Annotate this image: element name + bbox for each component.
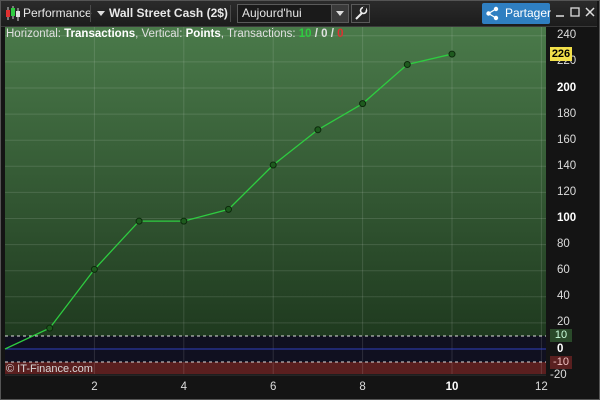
data-point — [225, 205, 232, 213]
losing-transactions: 0 — [337, 28, 344, 40]
maximize-icon[interactable] — [569, 6, 581, 18]
data-point — [269, 161, 277, 169]
x-tick-label: 2 — [91, 381, 98, 393]
y-tick-label: 240 — [557, 29, 577, 42]
toolbar-divider — [90, 5, 91, 22]
horizontal-axis-name: Transactions — [64, 28, 136, 40]
separator: / — [327, 28, 338, 40]
y-tick-label: 0 — [557, 342, 564, 355]
winning-transactions: 10 — [298, 28, 312, 40]
data-point — [135, 217, 143, 225]
x-tick-label: 6 — [269, 381, 277, 393]
instrument-label: Wall Street Cash (2$) — [109, 6, 228, 20]
lower-band-badge: -10 — [550, 355, 572, 369]
x-tick-label: 8 — [359, 381, 366, 393]
y-tick-label: 80 — [557, 238, 570, 251]
instrument-selector[interactable]: Wall Street Cash (2$) — [97, 1, 228, 26]
x-tick-label: 12 — [534, 381, 548, 393]
separator: / — [311, 28, 322, 40]
watermark: © IT-Finance.com — [6, 363, 93, 375]
wrench-icon — [355, 6, 368, 20]
close-icon[interactable] — [584, 6, 596, 18]
chevron-down-icon — [331, 5, 348, 22]
x-tick-label: 4 — [180, 381, 187, 393]
y-tick-label: -20 — [550, 368, 567, 381]
y-tick-label: 200 — [557, 81, 577, 94]
settings-wrench-button[interactable] — [351, 4, 370, 23]
candlestick-icon — [6, 6, 20, 21]
data-point — [90, 265, 98, 273]
toolbar-divider — [230, 5, 231, 22]
period-value: Aujourd'hui — [242, 6, 302, 20]
plot-area — [5, 27, 546, 336]
period-select[interactable]: Aujourd'hui — [237, 4, 349, 23]
performance-title[interactable]: Performance — [23, 1, 92, 26]
info-prefix: Horizontal: — [6, 28, 65, 40]
y-tick-label: 40 — [557, 290, 570, 303]
info-line: Horizontal: Transactions, Vertical: Poin… — [6, 27, 344, 41]
share-button[interactable]: Partager — [482, 3, 552, 24]
performance-chart[interactable] — [0, 26, 600, 400]
y-tick-label: 140 — [557, 159, 577, 172]
vertical-axis-name: Points — [185, 28, 221, 40]
chevron-down-icon — [97, 11, 105, 17]
x-tick-label: 10 — [445, 381, 459, 393]
data-point — [448, 50, 456, 58]
last-value-badge: 226 — [550, 47, 572, 61]
share-label: Partager — [505, 6, 552, 20]
share-icon — [486, 6, 499, 21]
data-point — [359, 100, 367, 108]
y-tick-label: 120 — [557, 185, 577, 198]
data-point — [46, 324, 54, 332]
y-tick-label: 160 — [557, 133, 577, 146]
minimize-icon[interactable] — [554, 6, 566, 18]
data-point — [403, 61, 411, 69]
data-point — [180, 217, 188, 225]
upper-band-badge: 10 — [550, 329, 572, 343]
y-tick-label: 180 — [557, 107, 577, 120]
transactions-label: , Transactions: — [220, 28, 299, 40]
y-tick-label: 100 — [557, 212, 577, 224]
y-tick-label: 60 — [557, 264, 570, 277]
info-mid: , Vertical: — [135, 28, 186, 40]
y-tick-label: 20 — [557, 316, 570, 329]
data-point — [314, 126, 322, 134]
toolbar: Performance Wall Street Cash (2$) Aujour… — [1, 1, 597, 27]
